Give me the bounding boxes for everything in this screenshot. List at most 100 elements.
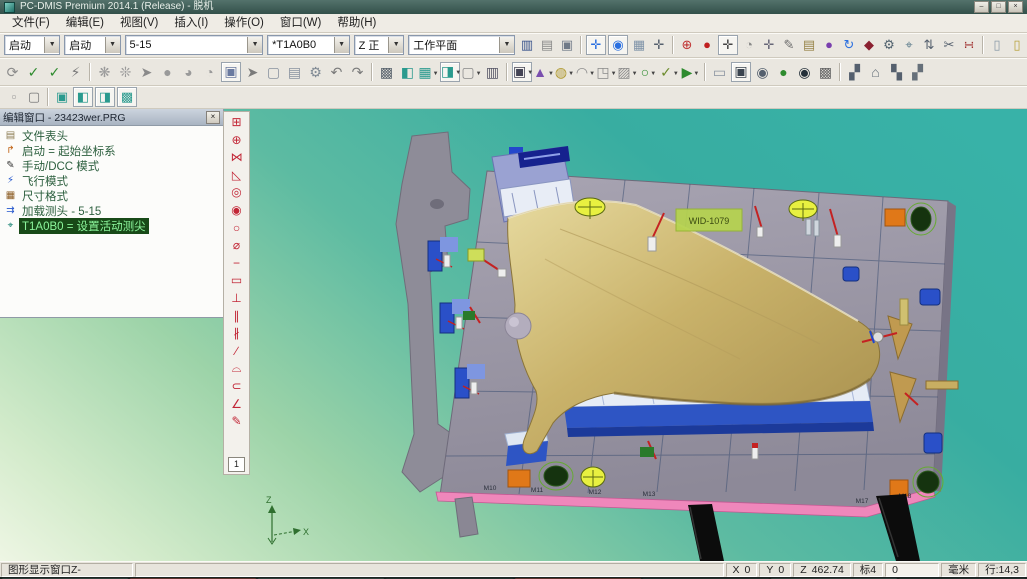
toolbar-icon-0[interactable]: ▥ [517, 35, 537, 55]
toolbar-icon-0[interactable]: ▫ [4, 87, 24, 107]
dimension-icon-10[interactable]: ⊥ [227, 290, 247, 308]
active-alignment-dropdown[interactable]: 启动▼ [64, 35, 120, 55]
toolbar-icon-32[interactable]: ○▼ [638, 61, 659, 83]
toolbar-icon-9[interactable]: ⊕ [677, 35, 697, 55]
toolbar-icon-10[interactable]: ● [697, 35, 717, 55]
dimension-icon-4[interactable]: ◎ [227, 184, 247, 202]
toolbar-icon-31[interactable]: ▨▼ [617, 61, 638, 83]
dimension-icon-0[interactable]: ⊞ [227, 114, 247, 132]
toolbar-icon-34[interactable]: ▶▼ [680, 61, 701, 83]
toolbar-icon-5[interactable]: ◨ [95, 87, 115, 107]
dimension-icon-11[interactable]: ∥ [227, 308, 247, 326]
menu-item-1[interactable]: 编辑(E) [58, 15, 112, 32]
toolbar-icon-23[interactable]: ∺ [959, 35, 979, 55]
toolbar-icon-5[interactable]: ❋ [94, 61, 115, 83]
dimension-icon-16[interactable]: ∠ [227, 396, 247, 414]
minimize-button[interactable]: – [974, 1, 989, 13]
chevron-down-icon[interactable]: ▼ [334, 37, 349, 53]
menu-item-5[interactable]: 窗口(W) [272, 15, 330, 32]
toolbar-icon-2[interactable]: ▣ [557, 35, 577, 55]
toolbar-icon-1[interactable]: ▤ [537, 35, 557, 55]
toolbar-icon-20[interactable]: ◧ [397, 61, 418, 83]
toolbar-icon-14[interactable]: ✎ [779, 35, 799, 55]
edit-window-item-3[interactable]: ⚡飞行模式 [2, 173, 223, 188]
dimension-icon-2[interactable]: ⋈ [227, 149, 247, 167]
toolbar-icon-40[interactable]: ◉ [794, 61, 815, 83]
dimension-icon-15[interactable]: ⊂ [227, 378, 247, 396]
chevron-down-icon[interactable]: ▼ [499, 37, 514, 53]
toolbar-icon-4[interactable]: ◧ [73, 87, 93, 107]
toolbar-icon-43[interactable]: ▞ [844, 61, 865, 83]
dimension-icon-17[interactable]: ✎ [227, 413, 247, 431]
dimension-icon-14[interactable]: ⌓ [227, 360, 247, 378]
toolbar-icon-7[interactable]: ➤ [136, 61, 157, 83]
toolbar-icon-18[interactable]: ◆ [859, 35, 879, 55]
toolbar-icon-15[interactable]: ▤ [799, 35, 819, 55]
toolbar-icon-22[interactable]: ◨▼ [440, 62, 460, 82]
toolbar-icon-13[interactable]: ▢ [263, 61, 284, 83]
toolbar-icon-17[interactable]: ↷ [347, 61, 368, 83]
toolbar-icon-44[interactable]: ⌂ [865, 61, 886, 83]
edit-window-item-0[interactable]: ▤文件表头 [2, 128, 223, 143]
dimension-icon-12[interactable]: ∦ [227, 325, 247, 343]
chevron-down-icon[interactable]: ▼ [388, 37, 403, 53]
toolbar-icon-37[interactable]: ▣ [731, 62, 751, 82]
toolbar-icon-16[interactable]: ● [819, 35, 839, 55]
close-icon[interactable]: × [206, 111, 220, 124]
close-button[interactable]: × [1008, 1, 1023, 13]
chevron-down-icon[interactable]: ▼ [44, 37, 59, 53]
toolbar-icon-10[interactable]: ◔ [199, 61, 220, 83]
toolbar-icon-26[interactable]: ▣▼ [512, 62, 532, 82]
toolbar-icon-41[interactable]: ▩ [815, 61, 836, 83]
workplane-dropdown[interactable]: Z 正▼ [354, 35, 405, 55]
menu-item-3[interactable]: 插入(I) [166, 15, 216, 32]
edit-window-item-4[interactable]: ▦尺寸格式 [2, 188, 223, 203]
toolbar-icon-6[interactable]: ▩ [117, 87, 137, 107]
toolbar-icon-45[interactable]: ▚ [886, 61, 907, 83]
toolbar-page-number[interactable]: 1 [228, 457, 245, 472]
toolbar-icon-13[interactable]: ✛ [759, 35, 779, 55]
toolbar-icon-27[interactable]: ▲▼ [533, 61, 554, 83]
toolbar-icon-17[interactable]: ↻ [839, 35, 859, 55]
toolbar-icon-14[interactable]: ▤ [284, 61, 305, 83]
toolbar-icon-38[interactable]: ◉ [752, 61, 773, 83]
toolbar-icon-12[interactable]: ➤ [242, 61, 263, 83]
toolbar-icon-5[interactable]: ◉ [608, 35, 628, 55]
toolbar-icon-19[interactable]: ⚙ [879, 35, 899, 55]
toolbar-icon-29[interactable]: ◠▼ [575, 61, 596, 83]
toolbar-icon-7[interactable]: ✛ [649, 35, 669, 55]
toolbar-icon-26[interactable]: ▯ [1007, 35, 1027, 55]
toolbar-icon-30[interactable]: ◳▼ [596, 61, 617, 83]
workplane-label-dropdown[interactable]: 工作平面▼ [408, 35, 515, 55]
dimension-icon-8[interactable]: − [227, 255, 247, 273]
toolbar-icon-22[interactable]: ✂ [939, 35, 959, 55]
dimension-icon-3[interactable]: ◺ [227, 167, 247, 185]
toolbar-icon-1[interactable]: ✓ [23, 61, 44, 83]
chevron-down-icon[interactable]: ▼ [247, 37, 262, 53]
toolbar-icon-33[interactable]: ✓▼ [659, 61, 680, 83]
dimension-icon-1[interactable]: ⊕ [227, 132, 247, 150]
toolbar-icon-3[interactable]: ▣ [52, 87, 72, 107]
edit-window-titlebar[interactable]: 编辑窗口 - 23423wer.PRG × [0, 109, 223, 126]
toolbar-icon-21[interactable]: ⇅ [919, 35, 939, 55]
toolbar-icon-39[interactable]: ● [773, 61, 794, 83]
toolbar-icon-9[interactable]: ◕ [178, 61, 199, 83]
toolbar-icon-12[interactable]: ◔ [739, 35, 759, 55]
toolbar-icon-21[interactable]: ▦▼ [418, 61, 439, 83]
edit-window-item-5[interactable]: ⇉加载测头 - 5-15 [2, 203, 223, 218]
toolbar-icon-20[interactable]: ⌖ [899, 35, 919, 55]
toolbar-icon-25[interactable]: ▯ [987, 35, 1007, 55]
toolbar-icon-46[interactable]: ▞ [907, 61, 928, 83]
alignment-dropdown[interactable]: 启动▼ [4, 35, 60, 55]
toolbar-icon-11[interactable]: ✛ [718, 35, 738, 55]
toolbar-icon-11[interactable]: ▣ [221, 62, 241, 82]
menu-item-2[interactable]: 视图(V) [112, 15, 166, 32]
dimension-icon-7[interactable]: ⌀ [227, 237, 247, 255]
probe-tip-dropdown[interactable]: *T1A0B0▼ [267, 35, 349, 55]
menu-item-0[interactable]: 文件(F) [4, 15, 58, 32]
dimension-icon-13[interactable]: ∕ [227, 343, 247, 361]
chevron-down-icon[interactable]: ▼ [105, 37, 120, 53]
toolbar-icon-2[interactable]: ✓ [44, 61, 65, 83]
dimension-icon-9[interactable]: ▭ [227, 272, 247, 290]
toolbar-icon-3[interactable]: ⚡ [65, 61, 86, 83]
